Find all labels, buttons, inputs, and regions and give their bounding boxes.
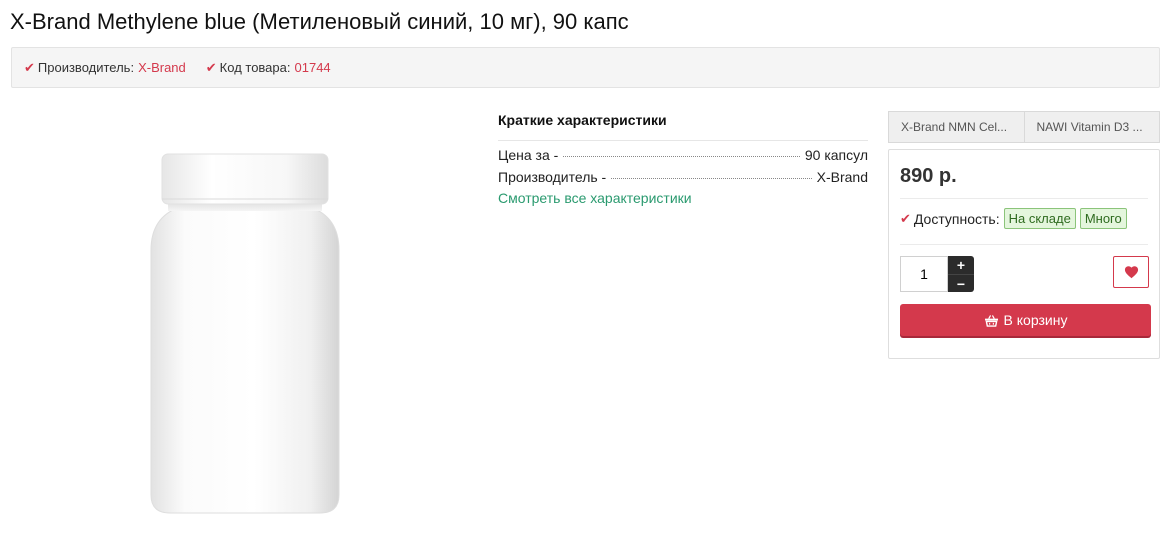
product-code-value: 01744 (294, 60, 331, 75)
stock-amount-badge: Много (1079, 208, 1127, 229)
product-meta-bar: ✔ Производитель: X-Brand ✔ Код товара: 0… (11, 47, 1160, 88)
basket-icon (984, 314, 999, 327)
spec-value: X-Brand (816, 169, 868, 185)
all-specs-link[interactable]: Смотреть все характеристики (498, 190, 868, 206)
check-icon: ✔ (205, 60, 217, 75)
spec-row: Цена за - 90 капсул (498, 147, 868, 163)
spec-label: Производитель - (498, 169, 607, 185)
spec-label: Цена за - (498, 147, 559, 163)
tab-related-product-2[interactable]: NAWI Vitamin D3 ... (1024, 111, 1160, 143)
manufacturer-link[interactable]: X-Brand (138, 60, 186, 75)
spec-value: 90 капсул (804, 147, 868, 163)
product-code-meta: ✔ Код товара: 01744 (206, 60, 331, 75)
divider (900, 244, 1148, 245)
decrease-quantity-button[interactable]: − (948, 274, 974, 293)
spec-leader-dots (611, 178, 812, 179)
add-to-wishlist-button[interactable] (1113, 256, 1149, 288)
add-to-cart-button[interactable]: В корзину (900, 304, 1151, 336)
heart-icon (1124, 266, 1138, 279)
short-specs: Краткие характеристики Цена за - 90 капс… (498, 112, 868, 206)
manufacturer-label: Производитель: (37, 60, 135, 75)
product-image[interactable] (120, 145, 370, 525)
in-stock-badge: На складе (1003, 208, 1076, 229)
quantity-input[interactable] (900, 256, 948, 292)
tab-related-product-1[interactable]: X-Brand NMN Cel... (888, 111, 1025, 143)
buy-panel: 890 р. ✔ Доступность: На складе Много + … (888, 149, 1160, 359)
check-icon: ✔ (900, 211, 911, 226)
increase-quantity-button[interactable]: + (948, 256, 974, 274)
check-icon: ✔ (24, 60, 35, 75)
product-price: 890 р. (900, 165, 957, 187)
product-code-label: Код товара: (219, 60, 291, 75)
spec-leader-dots (563, 156, 800, 157)
specs-title: Краткие характеристики (498, 112, 868, 141)
availability: ✔ Доступность: На складе Много (900, 208, 1127, 229)
manufacturer-meta: ✔ Производитель: X-Brand (24, 60, 186, 75)
quantity-stepper: + − (948, 256, 974, 292)
product-bottle-image (150, 153, 340, 514)
divider (900, 198, 1148, 199)
page-title: X-Brand Methylene blue (Метиленовый сини… (10, 9, 629, 34)
related-products-tabs: X-Brand NMN Cel... NAWI Vitamin D3 ... (888, 111, 1160, 143)
availability-label: Доступность: (913, 210, 1000, 227)
spec-row: Производитель - X-Brand (498, 169, 868, 185)
cart-button-label: В корзину (1003, 312, 1068, 328)
